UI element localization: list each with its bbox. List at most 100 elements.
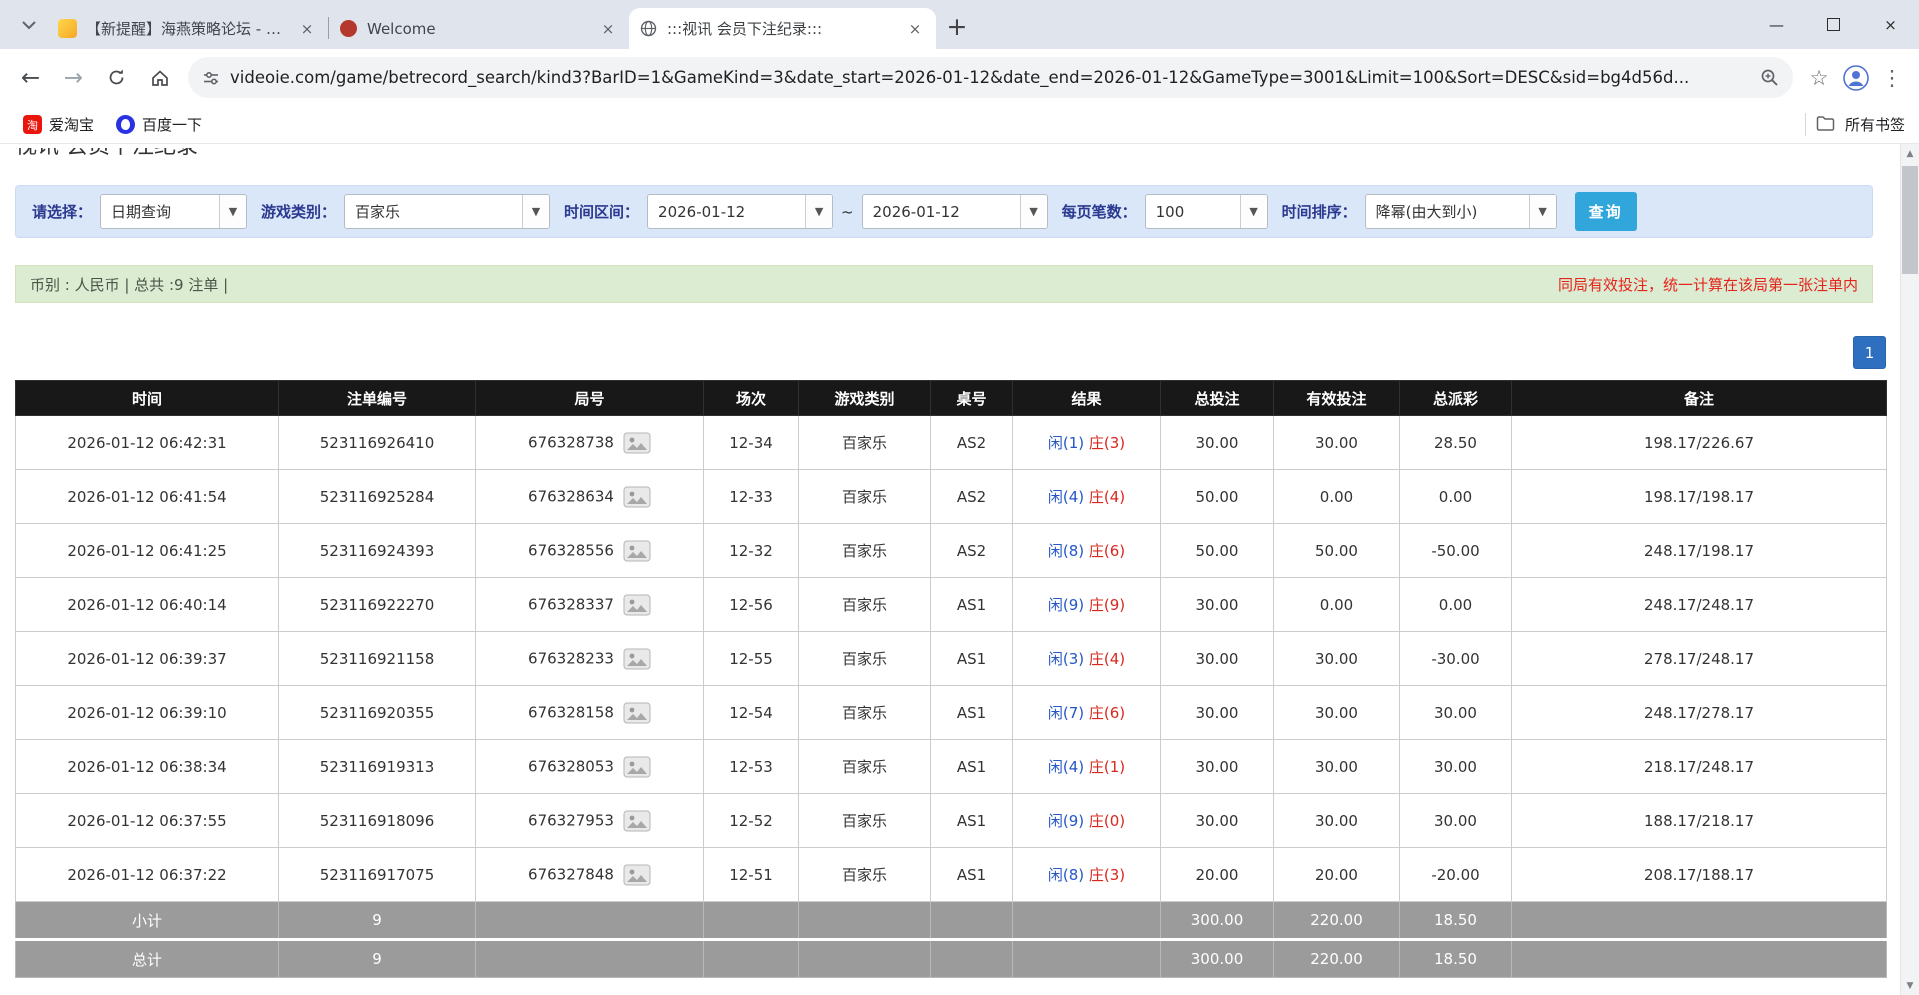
video-replay-icon[interactable] bbox=[623, 648, 651, 670]
game-type-value: 百家乐 bbox=[345, 201, 522, 222]
cell-session: 12-55 bbox=[704, 632, 799, 686]
cell-session: 12-34 bbox=[704, 416, 799, 470]
cell-total-bet[interactable]: 30.00 bbox=[1161, 578, 1274, 632]
chevron-down-icon[interactable]: ▼ bbox=[1020, 195, 1047, 228]
cell-game-type: 百家乐 bbox=[799, 470, 931, 524]
search-button[interactable]: 查询 bbox=[1575, 192, 1637, 231]
url-text[interactable]: videoie.com/game/betrecord_search/kind3?… bbox=[230, 68, 1750, 87]
chevron-down-icon[interactable]: ▼ bbox=[805, 195, 832, 228]
new-tab-button[interactable]: + bbox=[940, 9, 974, 43]
bookmark-baidu[interactable]: 百度一下 bbox=[107, 110, 211, 139]
date-end-input[interactable]: 2026-01-12 ▼ bbox=[862, 194, 1048, 229]
subtotal-count: 9 bbox=[279, 902, 476, 940]
cell-payout: 30.00 bbox=[1400, 740, 1512, 794]
header-session: 场次 bbox=[704, 381, 799, 416]
chevron-down-icon[interactable]: ▼ bbox=[1529, 195, 1556, 228]
video-replay-icon[interactable] bbox=[623, 756, 651, 778]
cell-time: 2026-01-12 06:38:34 bbox=[16, 740, 279, 794]
video-replay-icon[interactable] bbox=[623, 810, 651, 832]
cell-bet-id: 523116920355 bbox=[279, 686, 476, 740]
scrollbar-thumb[interactable] bbox=[1902, 166, 1918, 274]
round-number: 676327953 bbox=[528, 811, 614, 829]
cell-valid-bet: 20.00 bbox=[1274, 848, 1400, 902]
profile-avatar-icon[interactable] bbox=[1839, 61, 1873, 95]
cell-bet-id: 523116925284 bbox=[279, 470, 476, 524]
cell-total-bet[interactable]: 50.00 bbox=[1161, 524, 1274, 578]
reload-button[interactable] bbox=[96, 57, 137, 98]
all-bookmarks-button[interactable]: 所有书签 bbox=[1845, 114, 1905, 135]
cell-total-bet[interactable]: 30.00 bbox=[1161, 740, 1274, 794]
video-replay-icon[interactable] bbox=[623, 702, 651, 724]
chevron-down-icon[interactable]: ▼ bbox=[522, 195, 549, 228]
cell-total-bet[interactable]: 20.00 bbox=[1161, 848, 1274, 902]
cell-valid-bet: 0.00 bbox=[1274, 470, 1400, 524]
page-size-select[interactable]: 100 ▼ bbox=[1145, 194, 1268, 229]
video-replay-icon[interactable] bbox=[623, 432, 651, 454]
bookmarks-separator bbox=[1805, 113, 1806, 136]
browser-tab-betrecord[interactable]: :::视讯 会员下注纪录::: × bbox=[629, 8, 936, 49]
menu-kebab-icon[interactable]: ⋮ bbox=[1875, 60, 1909, 96]
cell-note: 198.17/226.67 bbox=[1512, 416, 1887, 470]
home-button[interactable] bbox=[139, 57, 180, 98]
cell-payout: 28.50 bbox=[1400, 416, 1512, 470]
cell-game-type: 百家乐 bbox=[799, 416, 931, 470]
sort-select[interactable]: 降幂(由大到小) ▼ bbox=[1365, 194, 1557, 229]
scroll-up-icon[interactable]: ▲ bbox=[1901, 144, 1919, 163]
table-header: 时间 注单编号 局号 场次 游戏类别 桌号 结果 总投注 有效投注 总派彩 备注 bbox=[16, 381, 1887, 416]
query-type-select[interactable]: 日期查询 ▼ bbox=[100, 194, 247, 229]
round-number: 676328233 bbox=[528, 649, 614, 667]
cell-table-no: AS2 bbox=[931, 416, 1013, 470]
video-replay-icon[interactable] bbox=[623, 594, 651, 616]
page-scrollbar[interactable]: ▲ ▼ bbox=[1900, 144, 1919, 995]
cell-note: 248.17/248.17 bbox=[1512, 578, 1887, 632]
cell-total-bet[interactable]: 30.00 bbox=[1161, 794, 1274, 848]
game-type-select[interactable]: 百家乐 ▼ bbox=[344, 194, 550, 229]
browser-tab-forum[interactable]: 【新提醒】海燕策略论坛 - 综合 × bbox=[48, 8, 328, 49]
cell-total-bet[interactable]: 30.00 bbox=[1161, 686, 1274, 740]
browser-tab-welcome[interactable]: Welcome × bbox=[329, 8, 629, 49]
forward-button[interactable]: → bbox=[53, 57, 94, 98]
video-replay-icon[interactable] bbox=[623, 486, 651, 508]
page-title: 视讯 会员下注纪录 bbox=[15, 148, 1900, 161]
zoom-icon[interactable] bbox=[1760, 68, 1779, 87]
video-replay-icon[interactable] bbox=[623, 864, 651, 886]
minimize-button[interactable]: — bbox=[1748, 0, 1805, 49]
cell-table-no: AS1 bbox=[931, 632, 1013, 686]
close-button[interactable]: × bbox=[1862, 0, 1919, 49]
cell-valid-bet: 30.00 bbox=[1274, 416, 1400, 470]
cell-valid-bet: 0.00 bbox=[1274, 578, 1400, 632]
result-player: 闲(9) bbox=[1048, 596, 1084, 614]
cell-round: 676327953 bbox=[476, 794, 704, 848]
scroll-down-icon[interactable]: ▼ bbox=[1901, 976, 1919, 995]
back-button[interactable]: ← bbox=[10, 57, 51, 98]
cell-total-bet[interactable]: 30.00 bbox=[1161, 416, 1274, 470]
bookmarks-bar: 淘 爱淘宝 百度一下 所有书签 bbox=[0, 106, 1919, 144]
round-number: 676327848 bbox=[528, 865, 614, 883]
chevron-down-icon[interactable]: ▼ bbox=[219, 195, 246, 228]
tab-strip: 【新提醒】海燕策略论坛 - 综合 × Welcome × :::视讯 会员下注纪… bbox=[0, 0, 1919, 49]
page-button-1[interactable]: 1 bbox=[1853, 336, 1886, 369]
site-settings-icon[interactable] bbox=[202, 69, 220, 87]
tab-close-icon[interactable]: × bbox=[904, 18, 926, 40]
tab-search-chevron-icon[interactable] bbox=[12, 8, 46, 42]
cell-round: 676328053 bbox=[476, 740, 704, 794]
cell-bet-id: 523116919313 bbox=[279, 740, 476, 794]
tab-close-icon[interactable]: × bbox=[296, 18, 318, 40]
video-replay-icon[interactable] bbox=[623, 540, 651, 562]
round-number: 676328556 bbox=[528, 541, 614, 559]
cell-session: 12-33 bbox=[704, 470, 799, 524]
cell-table-no: AS2 bbox=[931, 524, 1013, 578]
round-number: 676328738 bbox=[528, 433, 614, 451]
bookmark-taobao[interactable]: 淘 爱淘宝 bbox=[14, 110, 103, 139]
cell-result: 闲(4) 庄(4) bbox=[1013, 470, 1161, 524]
maximize-button[interactable] bbox=[1805, 0, 1862, 49]
tab-close-icon[interactable]: × bbox=[597, 18, 619, 40]
cell-total-bet[interactable]: 50.00 bbox=[1161, 470, 1274, 524]
cell-total-bet[interactable]: 30.00 bbox=[1161, 632, 1274, 686]
chevron-down-icon[interactable]: ▼ bbox=[1240, 195, 1267, 228]
table-body: 2026-01-12 06:42:31 523116926410 6763287… bbox=[16, 416, 1887, 902]
date-start-input[interactable]: 2026-01-12 ▼ bbox=[647, 194, 833, 229]
bookmark-star-icon[interactable]: ☆ bbox=[1801, 60, 1837, 96]
cell-payout: -20.00 bbox=[1400, 848, 1512, 902]
address-bar[interactable]: videoie.com/game/betrecord_search/kind3?… bbox=[188, 57, 1793, 98]
